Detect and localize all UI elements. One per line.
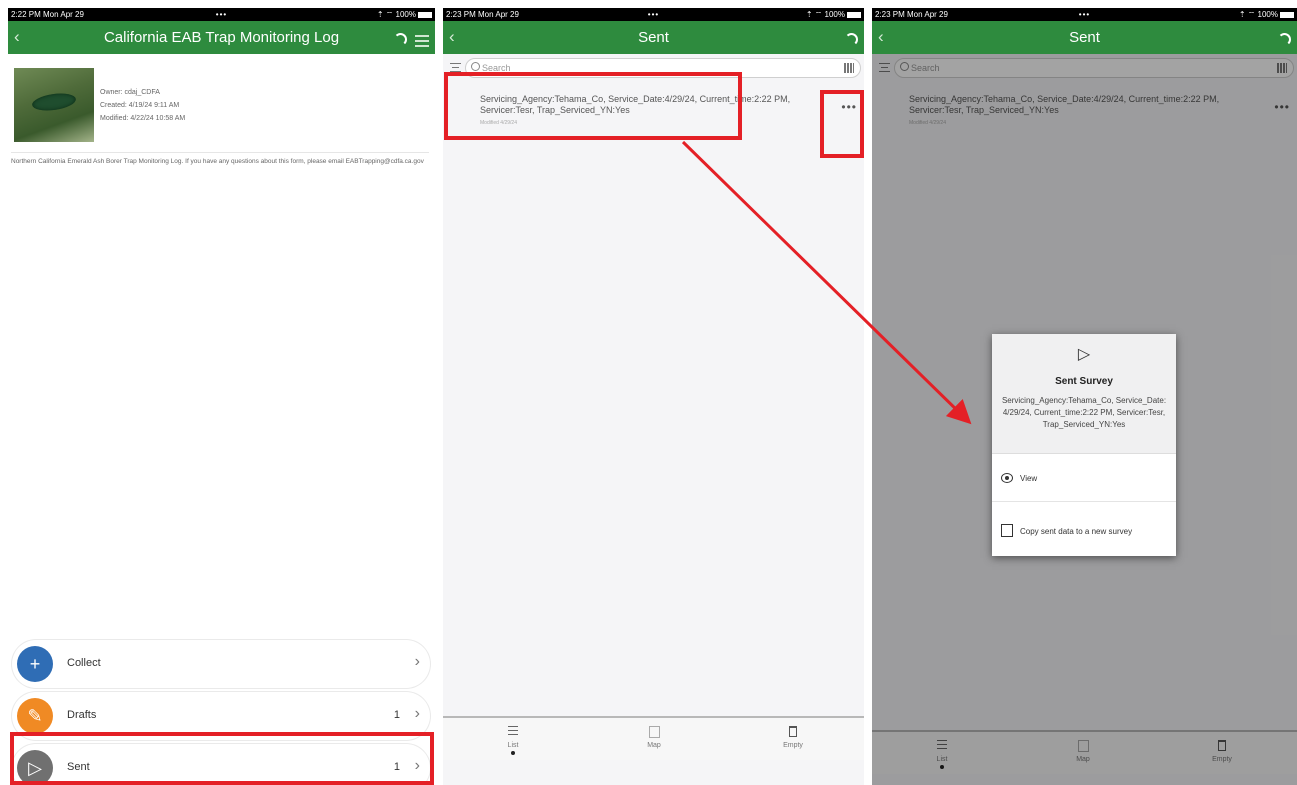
page-title: Sent (1069, 29, 1100, 46)
survey-info: Owner: cdaj_CDFA Created: 4/19/24 9:11 A… (14, 68, 424, 142)
survey-modified: Modified: 4/22/24 10:58 AM (100, 115, 186, 122)
status-right: ⇡ ⌔ 100% (806, 8, 861, 21)
battery-icon (847, 11, 861, 18)
status-bar: 2:23 PM Mon Apr 29 ••• ⇡ ⌔ 100% (872, 8, 1297, 21)
nav-actions (392, 29, 429, 47)
status-battery-text: ⇡ ⌔ 100% (805, 10, 845, 19)
battery-icon (418, 11, 432, 18)
nav-actions (1276, 29, 1291, 47)
status-right: ⇡ ⌔ 100% (377, 8, 432, 21)
location-signal-icon[interactable] (843, 29, 858, 46)
qr-scan-icon[interactable] (844, 63, 854, 73)
nav-bar: ‹ Sent (872, 21, 1297, 54)
drafts-count: 1 (393, 709, 400, 721)
send-icon: ▷ (1077, 346, 1091, 363)
dialog-title: Sent Survey (1055, 376, 1113, 387)
sent-survey-dialog-screen: 2:23 PM Mon Apr 29 ••• ⇡ ⌔ 100% ‹ Sent S… (872, 8, 1297, 785)
battery-icon (1280, 11, 1294, 18)
modal-overlay[interactable]: ▷ Sent Survey Servicing_Agency:Tehama_Co… (872, 54, 1297, 785)
emerald-ash-borer-image (31, 91, 77, 113)
chevron-right-icon: › (414, 653, 420, 670)
location-signal-icon[interactable] (392, 29, 408, 46)
collect-row[interactable]: + Collect › (12, 640, 430, 688)
more-options-highlight (820, 90, 864, 158)
copy-label: Copy sent data to a new survey (1020, 527, 1133, 536)
nav-bar: ‹ Sent (443, 21, 864, 54)
status-time: 2:22 PM Mon Apr 29 (11, 10, 84, 19)
tab-empty[interactable]: Empty (768, 726, 818, 749)
filter-icon[interactable] (450, 63, 461, 72)
location-signal-icon[interactable] (1276, 29, 1291, 46)
survey-description: Northern California Emerald Ash Borer Tr… (11, 152, 429, 165)
nav-actions (843, 29, 858, 47)
status-dots: ••• (1078, 10, 1091, 19)
copy-to-new-survey-option[interactable]: Copy sent data to a new survey (992, 509, 1176, 555)
collect-label: Collect (67, 657, 101, 669)
nav-bar: ‹ California EAB Trap Monitoring Log (8, 21, 435, 54)
sent-row-highlight (10, 732, 434, 785)
page-title: California EAB Trap Monitoring Log (103, 29, 340, 46)
dialog-header: ▷ Sent Survey Servicing_Agency:Tehama_Co… (992, 334, 1176, 454)
tab-list[interactable]: List (488, 726, 538, 755)
drafts-label: Drafts (67, 709, 97, 721)
active-indicator (511, 751, 515, 755)
sent-survey-dialog: ▷ Sent Survey Servicing_Agency:Tehama_Co… (992, 334, 1176, 556)
status-time: 2:23 PM Mon Apr 29 (446, 10, 519, 19)
view-label: View (1020, 474, 1038, 483)
status-dots: ••• (647, 10, 660, 19)
hamburger-menu-icon[interactable] (415, 34, 429, 47)
dialog-body: Servicing_Agency:Tehama_Co, Service_Date… (1001, 396, 1167, 429)
eye-icon (1001, 473, 1013, 483)
map-icon (629, 726, 679, 740)
page-title: Sent (638, 29, 669, 46)
tab-map-label: Map (647, 742, 661, 749)
trash-icon (768, 726, 818, 740)
status-bar: 2:23 PM Mon Apr 29 ••• ⇡ ⌔ 100% (443, 8, 864, 21)
status-dots: ••• (215, 10, 228, 19)
survey-thumbnail (14, 68, 94, 142)
copy-document-icon (1001, 524, 1013, 537)
status-time: 2:23 PM Mon Apr 29 (875, 10, 948, 19)
survey-meta: Owner: cdaj_CDFA Created: 4/19/24 9:11 A… (100, 86, 185, 125)
survey-created: Created: 4/19/24 9:11 AM (100, 102, 180, 109)
status-bar: 2:22 PM Mon Apr 29 ••• ⇡ ⌔ 100% (8, 8, 435, 21)
survey-home-screen: 2:22 PM Mon Apr 29 ••• ⇡ ⌔ 100% ‹ Califo… (8, 8, 435, 785)
bottom-toolbar: List Map Empty (443, 716, 864, 760)
search-icon (471, 62, 480, 71)
plus-icon: + (17, 646, 53, 682)
view-option[interactable]: View (992, 456, 1176, 502)
pencil-icon: ✎ (17, 698, 53, 734)
status-battery-text: ⇡ ⌔ 100% (376, 10, 416, 19)
tab-list-label: List (507, 742, 519, 749)
list-icon (488, 726, 538, 740)
tab-map[interactable]: Map (629, 726, 679, 749)
survey-owner: Owner: cdaj_CDFA (100, 89, 160, 96)
status-right: ⇡ ⌔ 100% (1239, 8, 1294, 21)
record-highlight (444, 72, 742, 140)
tab-empty-label: Empty (783, 742, 803, 749)
status-battery-text: ⇡ ⌔ 100% (1238, 10, 1278, 19)
chevron-right-icon: › (414, 705, 420, 722)
